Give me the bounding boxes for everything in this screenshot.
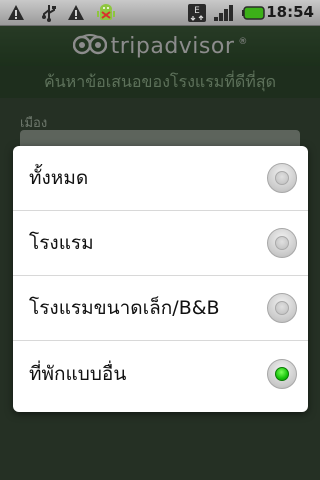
radio-button-selected[interactable] — [267, 358, 297, 389]
android-bug-icon — [94, 3, 118, 22]
radio-button[interactable] — [267, 163, 297, 193]
option-all[interactable]: ทั้งหมด — [13, 146, 308, 211]
option-hotel[interactable]: โรงแรม — [13, 211, 308, 276]
option-label: โรงแรมขนาดเล็ก/B&B — [29, 297, 220, 319]
svg-text:E: E — [194, 6, 200, 16]
option-small-hotel-bnb[interactable]: โรงแรมขนาดเล็ก/B&B — [13, 276, 308, 341]
screen: E 18:54 tripadvisor ® ค้นหาข้อเสนอของโรง… — [0, 0, 320, 480]
radio-button[interactable] — [267, 228, 297, 258]
battery-icon — [242, 3, 266, 22]
option-label: โรงแรม — [29, 232, 94, 254]
signal-icon — [212, 3, 236, 22]
option-other-lodging[interactable]: ที่พักแบบอื่น — [13, 341, 308, 406]
warning-icon — [66, 3, 86, 22]
property-type-dialog: ทั้งหมด โรงแรม โรงแรมขนาดเล็ก/B&B ที่พัก… — [13, 146, 308, 412]
option-label: ที่พักแบบอื่น — [29, 362, 127, 385]
option-label: ทั้งหมด — [29, 167, 89, 189]
radio-button[interactable] — [267, 293, 297, 323]
warning-icon — [6, 3, 26, 22]
usb-icon — [38, 3, 60, 22]
status-time: 18:54 — [266, 3, 314, 21]
status-bar: E 18:54 — [0, 0, 320, 26]
edge-network-icon: E — [186, 3, 208, 22]
